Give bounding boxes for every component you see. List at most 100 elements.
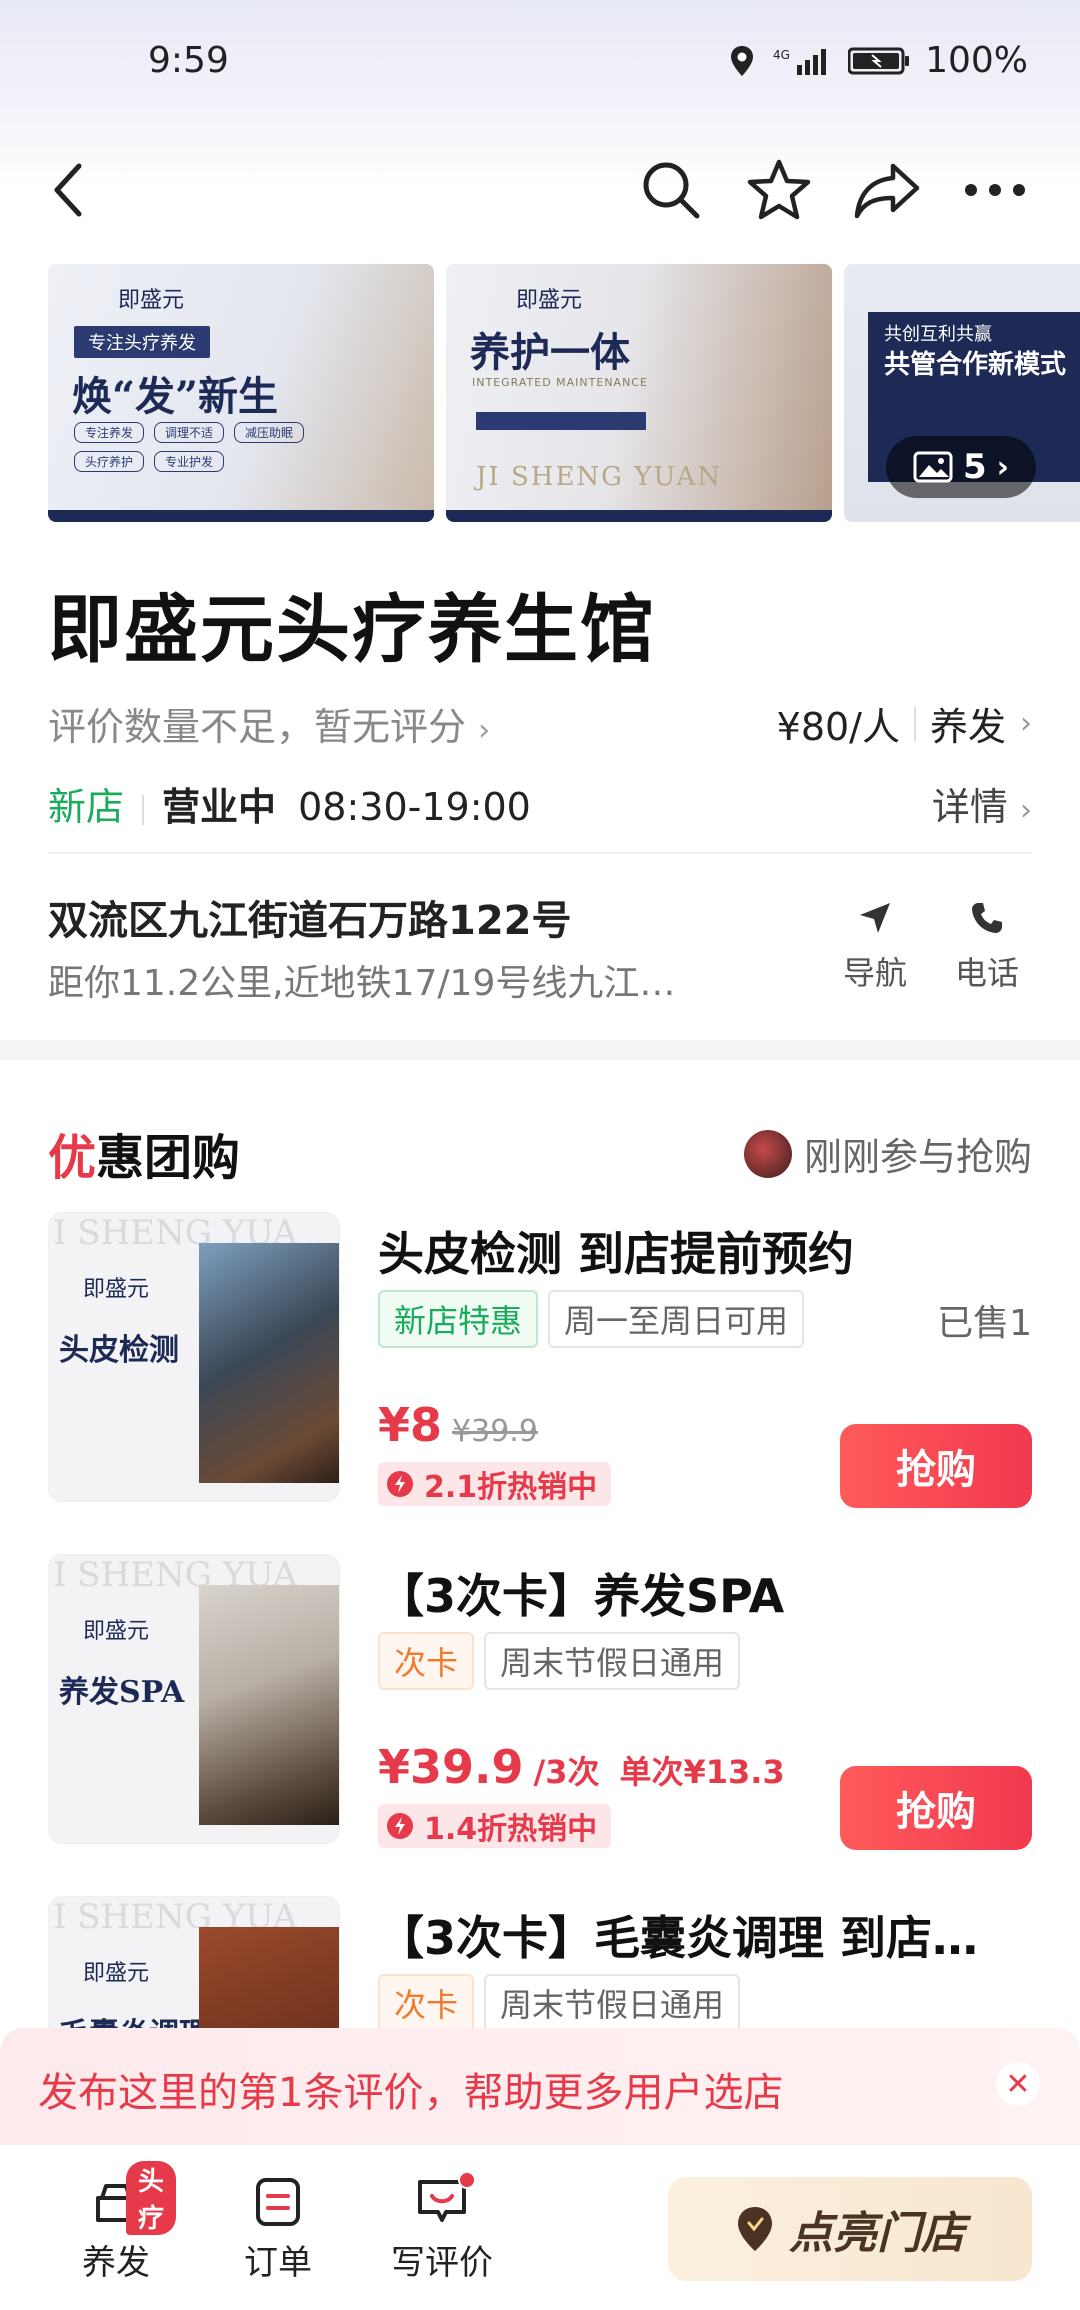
tab-badge: 头疗	[126, 2161, 177, 2235]
nav-bar	[0, 140, 1080, 240]
review-icon	[382, 2169, 502, 2235]
gallery-footer	[446, 510, 832, 522]
deal-name: 【3次卡】养发SPA	[378, 1569, 785, 1623]
thumb-title: 养发SPA	[59, 1675, 185, 1710]
chevron-right-icon: ›	[996, 449, 1010, 485]
avatar	[743, 1129, 792, 1178]
buy-button[interactable]: 抢购	[840, 1766, 1032, 1850]
address-row: 双流区九江街道石万路122号 距你11.2公里,近地铁17/19号线九江… 导航…	[48, 888, 1032, 1008]
flash-icon	[387, 1471, 413, 1497]
back-button[interactable]	[24, 140, 114, 240]
deal-tag: 周末节假日通用	[484, 1974, 741, 2028]
business-hours: 08:30-19:00	[298, 785, 531, 829]
gallery-image-2[interactable]: 即盛元 养护一体 INTEGRATED MAINTENANCE JI SHENG…	[446, 264, 832, 522]
chevron-right-icon: ›	[478, 713, 491, 748]
deal-tag: 周一至周日可用	[548, 1290, 805, 1348]
signal-icon: 4G	[773, 44, 833, 78]
avg-price: ¥80/人	[776, 705, 900, 749]
share-button[interactable]	[842, 140, 932, 240]
battery-percent: 100%	[925, 40, 1028, 81]
gallery-watermark: JI SHENG YUAN	[476, 462, 723, 492]
chevron-right-icon: ›	[1020, 706, 1032, 741]
deal-tag: 周末节假日通用	[484, 1632, 741, 1690]
status-icons: 4G 100%	[725, 40, 1028, 81]
gallery-footer	[48, 510, 434, 522]
live-purchase-text: 刚刚参与抢购	[803, 1135, 1032, 1179]
gallery-tag: 减压助眠	[234, 422, 304, 443]
signal-label: 4G	[773, 48, 790, 62]
deal-thumbnail: I SHENG YUA 即盛元 养发SPA	[48, 1554, 340, 1844]
detail-link[interactable]: 详情 ›	[932, 776, 1032, 831]
deal-thumbnail: I SHENG YUA 即盛元 毛囊炎调理	[48, 1896, 340, 2028]
favorite-button[interactable]	[734, 140, 824, 240]
tab-label: 写评价	[391, 2243, 493, 2283]
price-value: ¥8	[378, 1398, 443, 1452]
store-name: 即盛元头疗养生馆	[48, 587, 656, 673]
deals-title: 优惠团购	[48, 1118, 240, 1188]
close-icon[interactable]: ✕	[996, 2062, 1040, 2106]
separator	[913, 706, 916, 741]
gallery-title: 养护一体	[470, 329, 630, 376]
review-prompt-text: 发布这里的第1条评价，帮助更多用户选店	[38, 2070, 784, 2116]
deal-item[interactable]: I SHENG YUA 即盛元 养发SPA 【3次卡】养发SPA 次卡 周末节假…	[48, 1554, 1032, 1854]
review-prompt-banner[interactable]: 发布这里的第1条评价，帮助更多用户选店 ✕	[0, 2028, 1080, 2144]
battery-icon	[847, 44, 911, 78]
deal-name: 【3次卡】毛囊炎调理 到店…	[378, 1911, 979, 1965]
tab-hair-care[interactable]: 头疗 养发	[56, 2161, 177, 2289]
rating-link[interactable]: 评价数量不足，暂无评分 ›	[48, 696, 490, 751]
search-button[interactable]	[626, 140, 716, 240]
detail-label: 详情	[931, 785, 1008, 829]
price-category[interactable]: ¥80/人 养发 ›	[777, 696, 1032, 751]
gallery-image-1[interactable]: 即盛元 专注头疗养发 焕“发”新生 专注养发 调理不适 减压助眠 头疗养护 专业…	[48, 264, 434, 522]
deal-tag: 次卡	[378, 1974, 475, 2028]
store-icon: 头疗	[56, 2161, 177, 2235]
photo-count-badge[interactable]: 5 ›	[886, 436, 1036, 498]
gallery-tag: 调理不适	[154, 422, 224, 443]
navigate-button[interactable]: 导航	[830, 888, 920, 1008]
phone-label: 电话	[954, 954, 1019, 992]
photo-count: 5	[962, 447, 987, 487]
distance-text: 距你11.2公里,近地铁17/19号线九江…	[48, 963, 676, 1004]
flash-icon	[387, 1813, 413, 1839]
thumb-photo	[199, 1585, 339, 1825]
photo-gallery[interactable]: 即盛元 专注头疗养发 焕“发”新生 专注养发 调理不适 减压助眠 头疗养护 专业…	[48, 264, 1080, 522]
gallery-tag: 专注养发	[74, 422, 144, 443]
status-time: 9:59	[148, 40, 229, 81]
gallery-banner	[476, 412, 646, 430]
notification-dot	[458, 2171, 476, 2189]
tab-label: 订单	[244, 2243, 312, 2283]
gallery-brand: 即盛元	[516, 288, 583, 313]
deal-item[interactable]: I SHENG YUA 即盛元 毛囊炎调理 【3次卡】毛囊炎调理 到店… 次卡 …	[48, 1896, 1032, 2028]
price-unit: /3次	[533, 1753, 600, 1791]
deal-tag: 次卡	[378, 1632, 475, 1690]
sold-count: 已售1	[937, 1303, 1032, 1344]
phone-button[interactable]: 电话	[942, 888, 1032, 1008]
location-icon	[725, 44, 759, 78]
back-arrow-icon	[54, 163, 82, 217]
deal-tag: 新店特惠	[378, 1290, 539, 1348]
deal-name: 头皮检测 到店提前预约	[378, 1227, 855, 1281]
deal-item[interactable]: I SHENG YUA 即盛元 头皮检测 头皮检测 到店提前预约 新店特惠 周一…	[48, 1212, 1032, 1512]
category-label: 养发	[929, 705, 1006, 749]
gallery-tag: 专业护发	[154, 451, 224, 472]
hot-sale-badge: 2.1折热销中	[378, 1462, 612, 1506]
gallery-brand: 即盛元	[118, 288, 185, 313]
more-button[interactable]	[950, 140, 1040, 240]
tab-orders[interactable]: 订单	[218, 2169, 338, 2289]
deal-price: ¥39.9/3次 单次¥13.3	[378, 1740, 785, 1794]
light-up-store-label: 点亮门店	[789, 2208, 965, 2259]
hot-sale-text: 1.4折热销中	[424, 1812, 598, 1847]
deal-tags: 次卡 周末节假日通用	[378, 1632, 741, 1690]
gallery-brand: 共创互利共赢	[884, 324, 992, 345]
star-icon	[747, 159, 811, 220]
image-icon	[913, 451, 953, 483]
thumb-brand: 即盛元	[83, 1619, 150, 1644]
light-up-store-button[interactable]: 点亮门店	[668, 2177, 1032, 2281]
buy-button[interactable]: 抢购	[840, 1424, 1032, 1508]
gallery-subtitle: 专注头疗养发	[74, 326, 210, 358]
deals-title-rest: 惠团购	[96, 1130, 241, 1186]
navigation-arrow-icon	[830, 888, 920, 948]
section-gap	[0, 1040, 1080, 1060]
tab-write-review[interactable]: 写评价	[382, 2169, 502, 2289]
store-address[interactable]: 双流区九江街道石万路122号	[48, 888, 572, 946]
